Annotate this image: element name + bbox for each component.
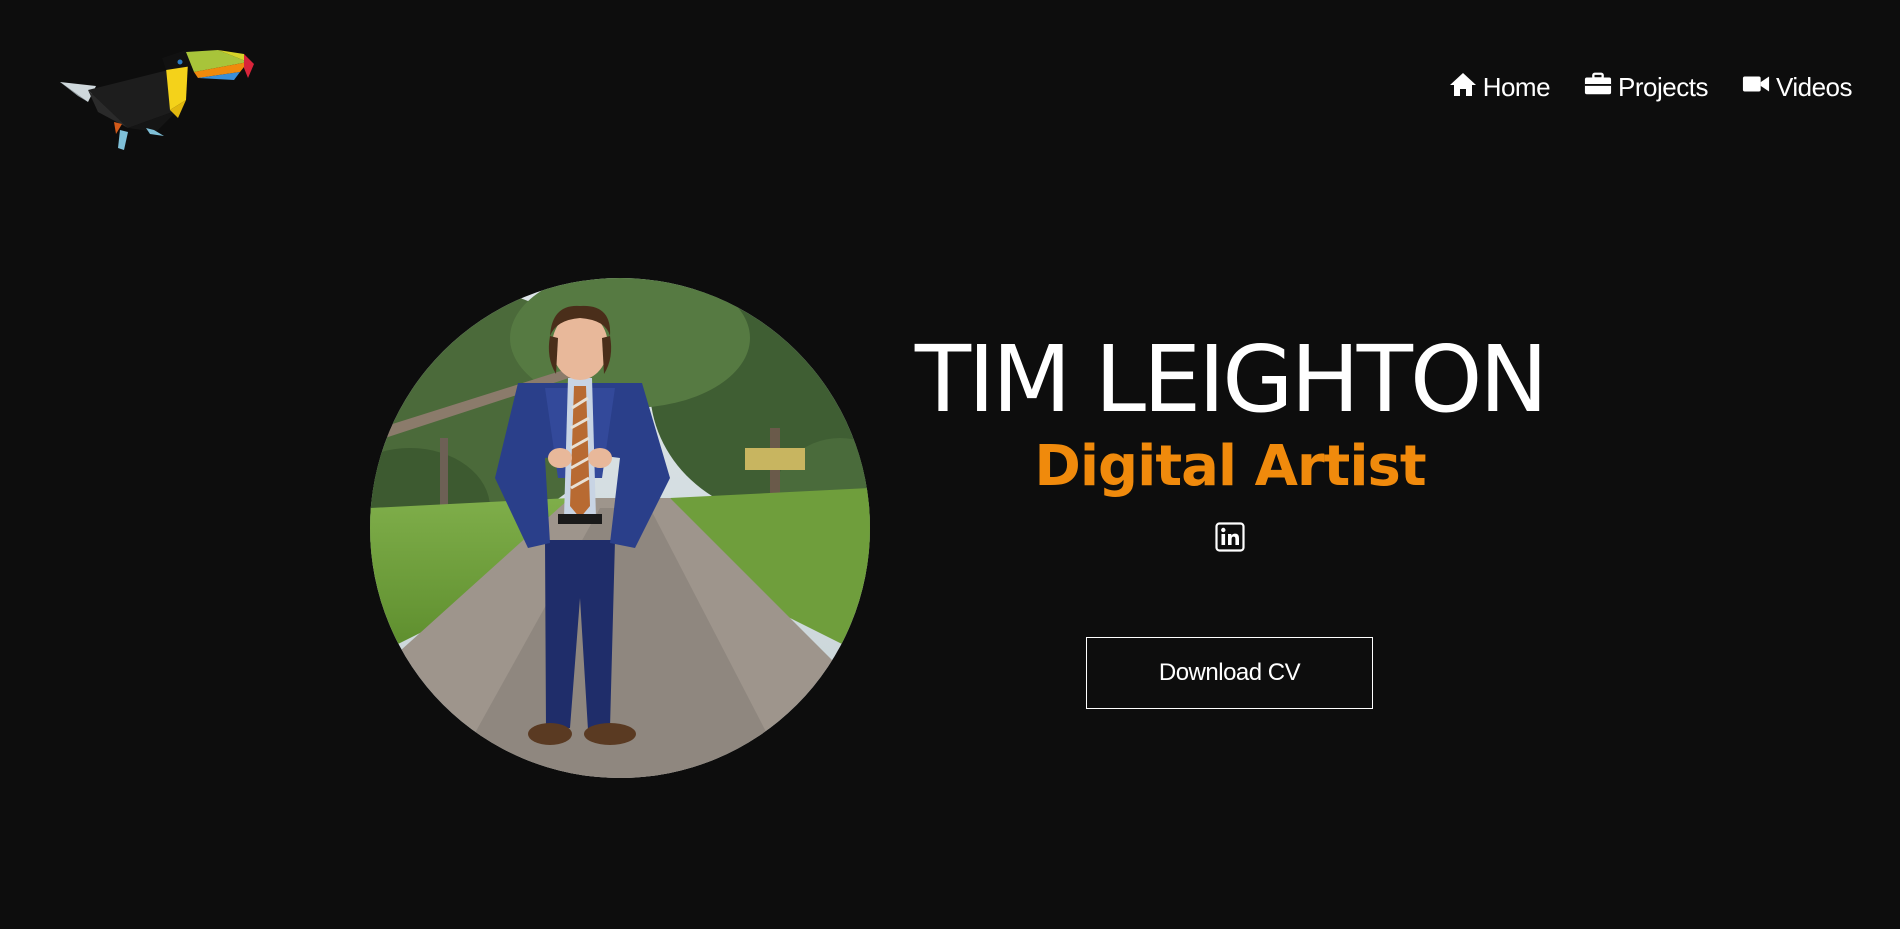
hero-name: TIM LEIGHTON xyxy=(914,326,1548,433)
home-icon xyxy=(1449,70,1477,98)
hero: TIM LEIGHTON Digital Artist xyxy=(880,330,1580,556)
nav-projects[interactable]: Projects xyxy=(1584,72,1708,103)
hero-role: Digital Artist xyxy=(1034,434,1426,499)
nav-home-label: Home xyxy=(1482,72,1551,102)
nav-projects-label: Projects xyxy=(1618,72,1708,102)
page: Home Projects Videos TIM LEIGHTON Digita… xyxy=(0,0,1900,929)
download-cv-button[interactable]: Download CV xyxy=(1086,637,1373,709)
profile-photo xyxy=(370,278,870,778)
linkedin-icon[interactable] xyxy=(1215,522,1245,552)
main-nav: Home Projects Videos xyxy=(1449,70,1853,103)
nav-videos-label: Videos xyxy=(1775,72,1853,102)
video-camera-icon xyxy=(1742,70,1770,98)
nav-videos[interactable]: Videos xyxy=(1742,70,1853,103)
nav-home[interactable]: Home xyxy=(1449,70,1551,103)
briefcase-icon xyxy=(1584,70,1612,98)
toucan-logo[interactable] xyxy=(58,50,298,175)
